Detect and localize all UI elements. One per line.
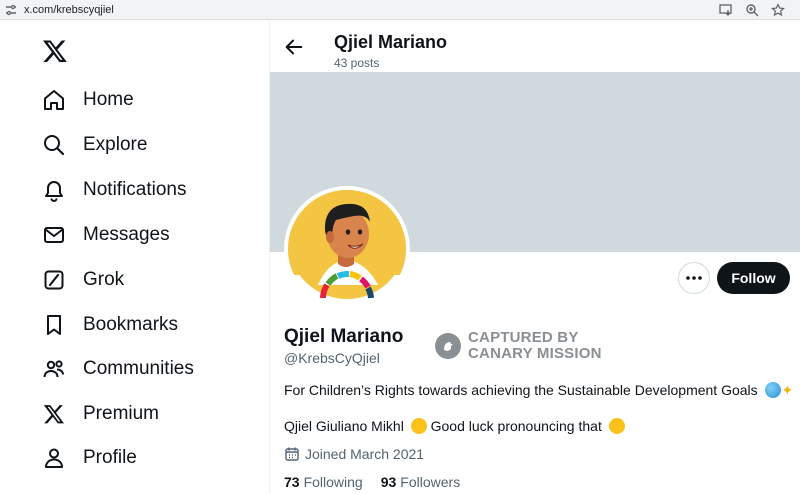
following-link[interactable]: 73 Following	[284, 474, 363, 490]
nav-grok-label: Grok	[83, 269, 125, 290]
nav-bookmarks[interactable]: Bookmarks	[40, 305, 178, 345]
bio-text: For Children’s Rights towards achieving …	[284, 382, 758, 398]
thinking-emoji-icon	[410, 418, 427, 434]
avatar[interactable]	[284, 186, 410, 312]
nav-explore-label: Explore	[83, 134, 148, 155]
nav-communities-label: Communities	[83, 358, 194, 379]
captured-stamp: CAPTURED BY CANARY MISSION	[435, 330, 602, 362]
globe-emoji-icon	[764, 382, 781, 398]
sidebar: Home Explore Notifications Messages Grok…	[0, 20, 270, 494]
nav-communities[interactable]: Communities	[40, 349, 194, 389]
followers-count: 93	[380, 474, 397, 490]
x-logo-icon[interactable]	[42, 38, 68, 64]
nav-profile-label: Profile	[83, 447, 137, 468]
profile-main: Qjiel Mariano 43 posts Follow Qjiel Mari…	[270, 20, 800, 494]
bio-joke-text: Good luck pronouncing that	[430, 418, 602, 434]
nav-bookmarks-label: Bookmarks	[83, 314, 179, 335]
ellipsis-icon	[686, 276, 702, 280]
site-info-icon[interactable]	[4, 3, 18, 17]
stamp-line-1: CAPTURED BY	[468, 329, 579, 346]
followers-label: Followers	[400, 474, 461, 490]
profile-bio-line-2: Qjiel Giuliano Mikhl Good luck pronounci…	[284, 418, 625, 434]
url-text[interactable]: x.com/krebscyqjiel	[24, 4, 114, 16]
person-icon	[40, 444, 68, 472]
following-label: Following	[303, 474, 363, 490]
calendar-icon	[284, 446, 300, 462]
nav-grok[interactable]: Grok	[40, 260, 124, 300]
people-icon	[40, 355, 68, 383]
bell-icon	[40, 176, 68, 204]
search-icon	[40, 131, 68, 159]
bookmark-icon	[40, 311, 68, 339]
nav-messages[interactable]: Messages	[40, 215, 170, 255]
nav-explore[interactable]: Explore	[40, 125, 147, 165]
followers-link[interactable]: 93 Followers	[381, 474, 460, 490]
more-options-button[interactable]	[678, 262, 710, 294]
follow-stats: 73 Following 93 Followers	[284, 474, 460, 490]
nav-profile[interactable]: Profile	[40, 438, 137, 478]
install-app-icon[interactable]	[718, 2, 734, 18]
header-post-count: 43 posts	[334, 56, 380, 70]
following-count: 73	[284, 474, 300, 490]
joined-text: Joined March 2021	[305, 446, 425, 462]
winking-tongue-emoji-icon	[608, 418, 625, 434]
grok-icon	[40, 266, 68, 294]
profile-handle: @KrebsCyQjiel	[284, 350, 380, 366]
nav-premium[interactable]: Premium	[40, 394, 159, 434]
avatar-image	[288, 190, 406, 308]
nav-home-label: Home	[83, 89, 134, 110]
nav-home[interactable]: Home	[40, 80, 134, 120]
profile-header-bar: Qjiel Mariano 43 posts	[270, 20, 800, 72]
zoom-icon[interactable]	[744, 2, 760, 18]
profile-name: Qjiel Mariano	[284, 326, 404, 347]
nav-messages-label: Messages	[83, 224, 170, 245]
header-profile-name: Qjiel Mariano	[334, 32, 448, 52]
nav-premium-label: Premium	[83, 403, 160, 424]
back-arrow-icon[interactable]	[283, 36, 305, 58]
browser-address-bar[interactable]: x.com/krebscyqjiel	[0, 0, 800, 20]
bio-name-text: Qjiel Giuliano Mikhl	[284, 418, 404, 434]
nav-notifications-label: Notifications	[83, 179, 187, 200]
home-icon	[40, 86, 68, 114]
envelope-icon	[40, 221, 68, 249]
stamp-line-2: CANARY MISSION	[468, 345, 602, 362]
nav-notifications[interactable]: Notifications	[40, 170, 187, 210]
canary-seal-icon	[435, 333, 461, 359]
x-logo-icon	[40, 400, 68, 428]
profile-bio: For Children’s Rights towards achieving …	[284, 382, 793, 399]
joined-date: Joined March 2021	[284, 446, 424, 462]
sparkles-emoji-icon: ✦	[781, 382, 794, 398]
bookmark-star-icon[interactable]	[770, 2, 786, 18]
follow-button[interactable]: Follow	[717, 262, 790, 294]
